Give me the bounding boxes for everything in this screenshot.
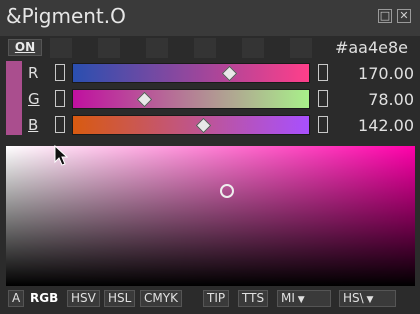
cmyk-tab[interactable]: CMYK	[140, 290, 182, 307]
channel-b-slider-thumb[interactable]	[196, 117, 212, 134]
channel-g-plus-button[interactable]	[318, 90, 328, 107]
float-icon[interactable]: □	[378, 9, 392, 23]
tts-button[interactable]: TTS	[238, 290, 269, 307]
channel-r-plus-button[interactable]	[318, 64, 328, 81]
channel-g-minus-button[interactable]	[55, 90, 65, 107]
channel-b-minus-button[interactable]	[55, 116, 65, 133]
history-swatch[interactable]	[194, 38, 216, 58]
mode-select[interactable]: MI	[277, 290, 331, 307]
history-swatch[interactable]	[290, 38, 312, 58]
channel-b-value[interactable]: 142.00	[334, 116, 414, 136]
channel-r-value[interactable]: 170.00	[334, 64, 414, 84]
hsl-tab[interactable]: HSL	[104, 290, 136, 307]
history-swatch[interactable]	[98, 38, 120, 58]
mouse-cursor-icon	[54, 145, 68, 166]
close-icon[interactable]: ✕	[397, 9, 411, 23]
window-title: &Pigment.O	[6, 4, 126, 28]
channel-r-slider[interactable]	[72, 63, 310, 83]
on-toggle-button[interactable]: ON	[8, 39, 42, 56]
channel-label-b: B	[28, 116, 39, 134]
tip-button[interactable]: TIP	[203, 290, 230, 307]
saturation-value-picker[interactable]	[6, 146, 415, 286]
rgb-tab[interactable]: RGB	[26, 290, 63, 307]
channel-b-plus-button[interactable]	[318, 116, 328, 133]
channel-label-r: R	[28, 64, 39, 82]
channel-g-slider[interactable]	[72, 89, 310, 109]
channel-r-minus-button[interactable]	[55, 64, 65, 81]
current-color-swatch	[6, 61, 22, 135]
channel-b-slider[interactable]	[72, 115, 310, 135]
alpha-button[interactable]: A	[8, 290, 25, 307]
picker-marker[interactable]	[220, 184, 234, 198]
channel-g-slider-thumb[interactable]	[136, 91, 153, 108]
channel-g-value[interactable]: 78.00	[334, 90, 414, 110]
title-bar: &Pigment.O □ ✕	[0, 0, 420, 36]
hsv-tab[interactable]: HSV	[67, 290, 100, 307]
history-swatch[interactable]	[242, 38, 264, 58]
history-swatch[interactable]	[50, 38, 72, 58]
hex-input[interactable]: #aa4e8e	[314, 36, 416, 60]
color-space-select[interactable]: HS\	[339, 290, 396, 307]
channel-label-g: G	[28, 90, 40, 108]
channel-r-slider-thumb[interactable]	[222, 65, 238, 82]
history-swatch[interactable]	[146, 38, 168, 58]
